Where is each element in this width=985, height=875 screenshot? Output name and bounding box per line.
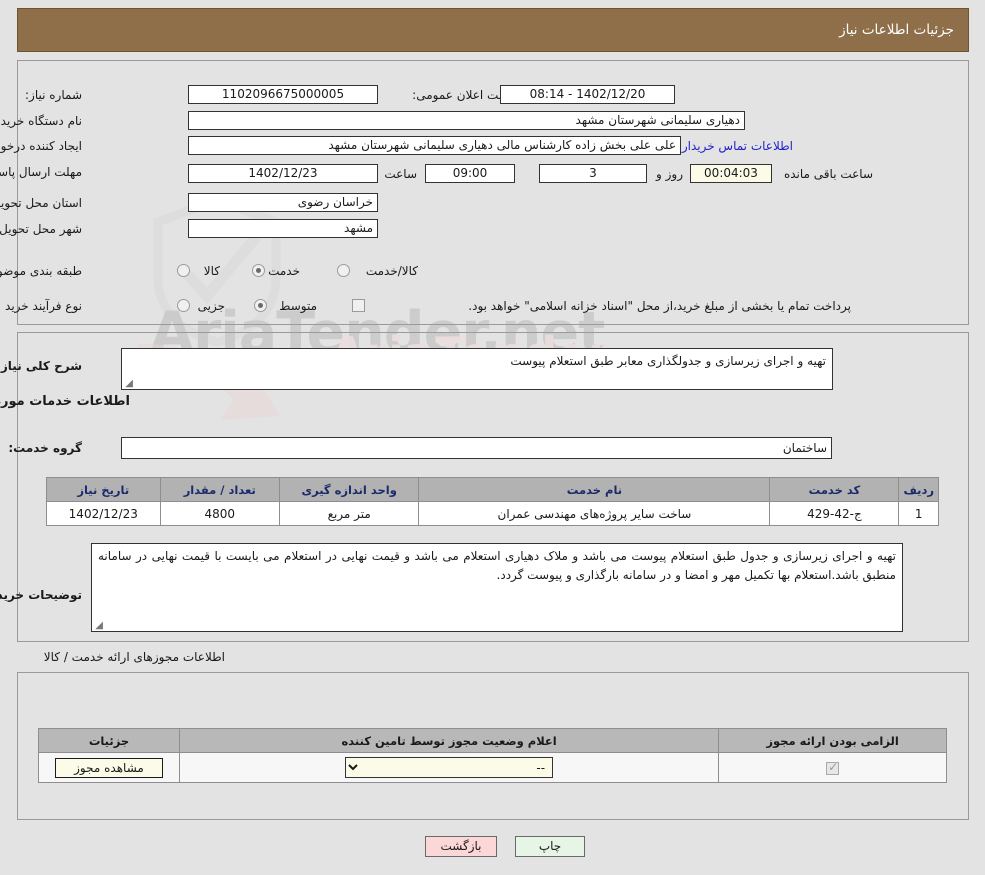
th-permit-status: اعلام وضعیت مجوز توسط تامین کننده <box>178 728 720 753</box>
th-name: نام خدمت <box>418 477 771 502</box>
cell-permit-required <box>718 752 947 783</box>
cell-name: ساخت سایر پروژه‌های مهندسی عمران <box>418 501 771 526</box>
radio-category-kala-khedmat[interactable] <box>337 264 350 277</box>
permits-header-row: الزامی بودن ارائه مجوز اعلام وضعیت مجوز … <box>38 728 947 753</box>
requester-label: ایجاد کننده درخواست: <box>0 139 82 153</box>
th-row: ردیف <box>898 477 939 502</box>
radio-category-kala-label: کالا <box>203 264 220 278</box>
radio-process-jozei[interactable] <box>177 299 190 312</box>
permits-section-label: اطلاعات مجوزهای ارائه خدمت / کالا <box>43 650 225 664</box>
view-permit-button[interactable]: مشاهده مجوز <box>54 757 163 778</box>
th-unit: واحد اندازه گیری <box>278 477 420 502</box>
table-row: 1 ج-42-429 ساخت سایر پروژه‌های مهندسی عم… <box>46 501 939 526</box>
cell-permit-status: -- <box>178 752 720 783</box>
cell-code: ج-42-429 <box>769 501 900 526</box>
need-number-label: شماره نیاز: <box>25 88 82 102</box>
page-title: جزئیات اطلاعات نیاز <box>839 22 954 38</box>
buyer-org-label: نام دستگاه خریدار: <box>0 114 82 128</box>
th-permit-required: الزامی بودن ارائه مجوز <box>718 728 947 753</box>
radio-category-khedmat[interactable] <box>252 264 265 277</box>
general-desc-label: شرح کلی نیاز: <box>0 359 82 373</box>
general-desc-value: تهیه و اجرای زیرسازی و جدولگذاری معابر ط… <box>510 354 826 368</box>
table-header-row: ردیف کد خدمت نام خدمت واحد اندازه گیری ت… <box>46 477 939 502</box>
general-desc-textarea[interactable]: تهیه و اجرای زیرسازی و جدولگذاری معابر ط… <box>121 348 833 390</box>
remaining-days-value: 3 <box>539 164 647 183</box>
treasury-bonds-checkbox[interactable] <box>352 299 365 312</box>
process-label: نوع فرآیند خرید : <box>0 299 82 313</box>
window-title-bar: جزئیات اطلاعات نیاز <box>17 8 969 52</box>
print-button[interactable]: چاپ <box>515 836 585 857</box>
need-number-value: 1102096675000005 <box>188 85 378 104</box>
requester-value: علی علی بخش زاده کارشناس مالی دهیاری سلی… <box>188 136 681 155</box>
th-quantity: تعداد / مقدار <box>159 477 280 502</box>
radio-process-jozei-label: جزیی <box>197 299 225 313</box>
public-announce-value: 1402/12/20 - 08:14 <box>500 85 675 104</box>
category-label: طبقه بندی موضوعی: <box>0 264 82 278</box>
back-button[interactable]: بازگشت <box>425 836 497 857</box>
cell-unit: متر مربع <box>278 501 420 526</box>
city-value: مشهد <box>188 219 378 238</box>
th-code: کد خدمت <box>769 477 900 502</box>
radio-process-motevaset[interactable] <box>254 299 267 312</box>
resize-grip-icon-notes[interactable]: ◢ <box>94 621 103 631</box>
radio-process-motevaset-label: متوسط <box>279 299 317 313</box>
buyer-notes-textarea[interactable]: تهیه و اجرای زیرسازی و جدول طبق استعلام … <box>91 543 903 632</box>
permit-status-select[interactable]: -- <box>345 757 554 778</box>
permits-row: -- مشاهده مجوز <box>38 752 947 783</box>
service-group-label: گروه خدمت: <box>8 441 82 455</box>
days-label: روز و <box>656 167 683 181</box>
buyer-org-value: دهیاری سلیمانی شهرستان مشهد <box>188 111 745 130</box>
cell-row: 1 <box>898 501 939 526</box>
cell-permit-details: مشاهده مجوز <box>38 752 180 783</box>
treasury-bonds-label: پرداخت تمام یا بخشی از مبلغ خرید،از محل … <box>468 299 851 313</box>
deadline-label: مهلت ارسال پاسخ: تا تاریخ: <box>0 165 82 179</box>
service-group-value: ساختمان <box>121 437 832 459</box>
radio-category-kala[interactable] <box>177 264 190 277</box>
buyer-notes-value: تهیه و اجرای زیرسازی و جدول طبق استعلام … <box>98 549 896 582</box>
cell-date: 1402/12/23 <box>46 501 161 526</box>
province-label: استان محل تحویل: <box>0 196 82 210</box>
city-label: شهر محل تحویل: <box>0 222 82 236</box>
remaining-hours-label: ساعت باقی مانده <box>783 167 873 181</box>
resize-grip-icon[interactable]: ◢ <box>124 379 133 389</box>
permit-required-checkbox <box>826 760 840 775</box>
province-value: خراسان رضوی <box>188 193 378 212</box>
th-permit-details: جزئیات <box>38 728 180 753</box>
countdown-timer-value: 00:04:03 <box>690 164 772 183</box>
service-items-table: ردیف کد خدمت نام خدمت واحد اندازه گیری ت… <box>46 477 939 526</box>
buyer-contact-link[interactable]: اطلاعات تماس خریدار <box>682 139 793 153</box>
cell-quantity: 4800 <box>159 501 280 526</box>
buyer-notes-label: توضیحات خریدار: <box>0 588 82 602</box>
services-info-heading: اطلاعات خدمات مورد نیاز <box>0 394 130 409</box>
hour-label: ساعت <box>384 167 417 181</box>
radio-category-kala-khedmat-label: کالا/خدمت <box>365 264 418 278</box>
deadline-date-value: 1402/12/23 <box>188 164 378 183</box>
permits-table: الزامی بودن ارائه مجوز اعلام وضعیت مجوز … <box>38 728 947 783</box>
radio-category-khedmat-label: خدمت <box>268 264 300 278</box>
page-root: AriaTender.net AriaTender جزئیات اطلاعات… <box>0 0 985 875</box>
th-date: تاریخ نیاز <box>46 477 161 502</box>
deadline-time-value: 09:00 <box>425 164 515 183</box>
